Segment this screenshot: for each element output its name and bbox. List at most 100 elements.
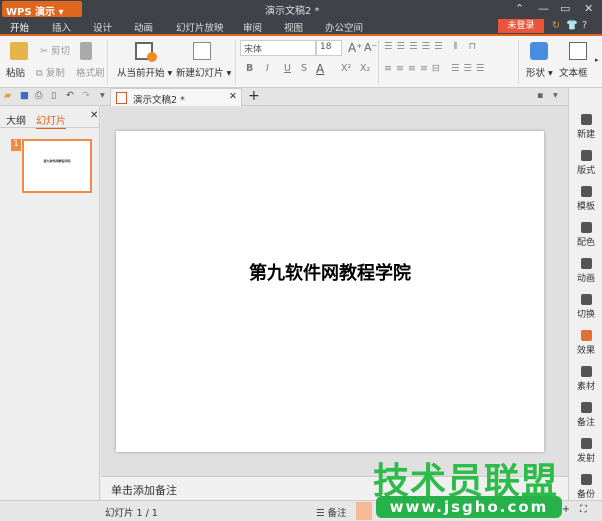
strikethrough-button[interactable]: S: [301, 63, 307, 74]
task-pane-label: 新建: [576, 130, 595, 140]
task-pane-label: 模板: [576, 202, 595, 212]
copy-button[interactable]: ⧉ 复制: [36, 65, 65, 79]
tab-slideshow[interactable]: 幻灯片放映: [176, 20, 224, 34]
from-current-button[interactable]: 从当前开始 ▾: [117, 65, 172, 79]
new-tab-button[interactable]: +: [248, 88, 260, 104]
app-menu-button[interactable]: WPS 演示 ▾: [2, 1, 82, 18]
notes-icon: [580, 402, 592, 413]
login-button[interactable]: 未登录: [498, 19, 544, 33]
print-icon[interactable]: ⎙: [35, 90, 43, 101]
redo-icon[interactable]: ↷: [82, 90, 90, 101]
effects-icon: [580, 330, 592, 341]
shape-icon: [530, 42, 548, 60]
divider: [378, 40, 379, 84]
normal-view-button[interactable]: [356, 502, 372, 520]
task-pane-notes[interactable]: 备注: [569, 402, 602, 428]
tab-insert[interactable]: 插入: [52, 20, 71, 34]
tab-review[interactable]: 审阅: [243, 20, 262, 34]
from-current-label: 从当前开始: [117, 68, 165, 79]
undo-icon[interactable]: ↶: [66, 90, 74, 101]
tab-design[interactable]: 设计: [93, 20, 112, 34]
task-pane-broadcast[interactable]: 发射: [569, 438, 602, 464]
close-panel-icon[interactable]: ✕: [90, 110, 98, 121]
task-pane-color-scheme[interactable]: 配色: [569, 222, 602, 248]
open-icon[interactable]: ▰: [4, 90, 11, 101]
subscript-button[interactable]: X₂: [360, 63, 370, 74]
notes-toggle[interactable]: ☰ 备注: [316, 505, 347, 519]
notes-toggle-label: 备注: [327, 508, 347, 519]
minimize-button[interactable]: —: [538, 2, 549, 15]
italic-button[interactable]: I: [266, 63, 269, 74]
font-color-button[interactable]: A: [316, 62, 324, 76]
tab-view[interactable]: 视图: [284, 20, 303, 34]
task-pane-template[interactable]: 模板: [569, 186, 602, 212]
ribbon-scroll-right[interactable]: ▸: [595, 56, 599, 64]
cut-label: 剪切: [50, 46, 70, 57]
task-pane-new[interactable]: 新建: [569, 114, 602, 140]
print-preview-icon[interactable]: ▯: [51, 90, 56, 101]
superscript-button[interactable]: X²: [341, 63, 351, 74]
close-button[interactable]: ✕: [584, 2, 593, 15]
shrink-font-button[interactable]: A⁻: [364, 41, 377, 54]
ribbon: 粘贴 ✂ 剪切 ⧉ 复制 格式刷 从当前开始 ▾ 新建幻灯片 ▾ 宋体 18 A…: [0, 36, 602, 88]
doc-menu-icon[interactable]: ▾: [553, 90, 558, 101]
task-pane-label: 切换: [576, 310, 595, 320]
slide-title[interactable]: 第九软件网教程学院: [116, 259, 544, 285]
task-pane-materials[interactable]: 素材: [569, 366, 602, 392]
task-pane-effects[interactable]: 效果: [569, 330, 602, 356]
paragraph-list-buttons[interactable]: ☰☰☰☰☰ ⫴ ⊓: [384, 41, 480, 52]
new-slide-button[interactable]: 新建幻灯片 ▾: [176, 65, 231, 79]
underline-button[interactable]: U: [284, 63, 291, 74]
title-bar: WPS 演示 ▾ 演示文稿2 * ⌃ — ▭ ✕: [0, 0, 602, 18]
menu-bar: 开始 插入 设计 动画 幻灯片放映 审阅 视图 办公空间 未登录 ↻ 👕 ?: [0, 18, 602, 37]
slide-counter: 幻灯片 1 / 1: [105, 508, 158, 519]
textbox-icon: [569, 42, 587, 60]
cut-button[interactable]: ✂ 剪切: [40, 43, 70, 57]
task-pane-label: 备注: [576, 418, 595, 428]
slide[interactable]: 第九软件网教程学院: [116, 131, 544, 452]
help-button[interactable]: ?: [582, 20, 587, 31]
task-pane-transition[interactable]: 切换: [569, 294, 602, 320]
format-painter-button[interactable]: 格式刷: [76, 65, 105, 79]
window-title: 演示文稿2 *: [265, 6, 320, 17]
close-tab-icon[interactable]: ✕: [229, 91, 237, 102]
grow-font-button[interactable]: A⁺: [348, 41, 363, 55]
tab-home[interactable]: 开始: [10, 20, 30, 37]
slide-number: 1: [11, 139, 21, 151]
new-slide-icon: [193, 42, 211, 60]
slideshow-icon: [135, 42, 157, 62]
divider: [518, 40, 519, 84]
task-pane-backup[interactable]: 备份: [569, 474, 602, 500]
font-name-select[interactable]: 宋体: [240, 40, 316, 56]
customize-dropdown[interactable]: ▾: [100, 90, 105, 101]
task-pane-label: 版式: [576, 166, 595, 176]
app-name: WPS 演示: [6, 7, 56, 18]
task-pane-label: 发射: [576, 454, 595, 464]
tab-animation[interactable]: 动画: [134, 20, 153, 34]
restore-doc-icon[interactable]: ▪: [537, 90, 543, 101]
zoom-in-button[interactable]: +: [562, 504, 570, 515]
copy-label: 复制: [45, 68, 65, 79]
shape-button[interactable]: 形状 ▾: [526, 65, 553, 79]
task-pane-bar: 新建版式模板配色动画切换效果素材备注发射备份: [568, 88, 602, 500]
maximize-button[interactable]: ▭: [560, 2, 570, 15]
skin-icon[interactable]: 👕: [566, 20, 578, 31]
tab-outline[interactable]: 大纲: [6, 112, 26, 127]
slide-thumbnail[interactable]: 第九软件网教程学院: [22, 139, 92, 193]
task-pane-animation[interactable]: 动画: [569, 258, 602, 284]
paste-button[interactable]: 粘贴: [6, 65, 25, 79]
bold-button[interactable]: B: [246, 63, 253, 74]
fit-window-button[interactable]: ⛶: [580, 504, 587, 515]
document-tab[interactable]: 演示文稿2 * ✕: [110, 88, 242, 106]
collapse-ribbon-button[interactable]: ⌃: [515, 2, 524, 15]
task-pane-layout[interactable]: 版式: [569, 150, 602, 176]
textbox-button[interactable]: 文本框: [559, 65, 588, 79]
alignment-buttons[interactable]: ≡≡≡≡⊟ ☰☰☰: [384, 63, 488, 74]
tab-office-space[interactable]: 办公空间: [325, 20, 363, 34]
refresh-icon[interactable]: ↻: [552, 20, 560, 31]
font-size-select[interactable]: 18: [316, 40, 342, 56]
save-icon[interactable]: ■: [20, 90, 29, 101]
materials-icon: [580, 366, 592, 377]
template-icon: [580, 186, 592, 197]
quick-access-bar: ▰ ■ ⎙ ▯ ↶ ↷ ▾ + ▪ ▾: [0, 88, 602, 106]
